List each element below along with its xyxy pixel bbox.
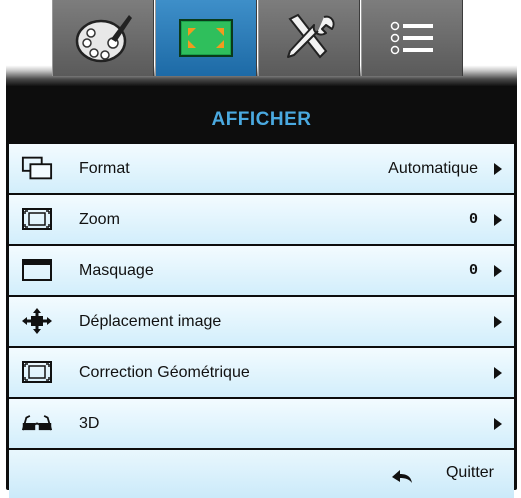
menu-item-image-shift[interactable]: Déplacement image xyxy=(9,297,514,346)
menu-item-format[interactable]: Format Automatique xyxy=(9,144,514,193)
geometric-correction-icon xyxy=(21,359,53,385)
menu-item-value: 0 xyxy=(468,211,478,228)
masking-icon xyxy=(21,257,53,283)
chevron-right-icon xyxy=(494,163,502,175)
chevron-right-icon xyxy=(494,214,502,226)
menu-list: Format Automatique Zoom 0 Masquage 0 Dép… xyxy=(9,144,514,498)
tab-settings[interactable] xyxy=(258,0,360,76)
tab-display[interactable] xyxy=(155,0,257,76)
list-icon xyxy=(390,21,433,55)
back-arrow-icon[interactable] xyxy=(390,468,414,491)
menu-item-masking[interactable]: Masquage 0 xyxy=(9,246,514,295)
menu-item-label: Déplacement image xyxy=(79,312,222,330)
3d-glasses-icon xyxy=(21,410,53,436)
chevron-right-icon xyxy=(494,265,502,277)
chevron-right-icon xyxy=(494,367,502,379)
menu-item-3d[interactable]: 3D xyxy=(9,399,514,448)
menu-item-label: Format xyxy=(79,159,130,177)
menu-item-value: Automatique xyxy=(388,159,478,177)
menu-item-zoom[interactable]: Zoom 0 xyxy=(9,195,514,244)
menu-item-label: Masquage xyxy=(79,261,154,279)
tab-options[interactable] xyxy=(361,0,463,76)
chevron-right-icon xyxy=(494,316,502,328)
menu-title: AFFICHER xyxy=(211,109,312,130)
menu-item-value: 0 xyxy=(468,262,478,279)
menu-item-geometric-correction[interactable]: Correction Géométrique xyxy=(9,348,514,397)
chevron-right-icon xyxy=(494,418,502,430)
zoom-icon xyxy=(21,206,53,232)
menu-item-label: Correction Géométrique xyxy=(79,363,250,381)
menu-footer: Quitter xyxy=(9,450,514,498)
exit-button[interactable]: Quitter xyxy=(446,464,494,482)
tab-palette[interactable] xyxy=(52,0,154,76)
move-icon xyxy=(21,308,53,334)
format-icon xyxy=(21,155,53,181)
menu-item-label: Zoom xyxy=(79,210,120,228)
palette-icon xyxy=(75,15,132,63)
menu-item-label: 3D xyxy=(79,414,100,432)
tools-icon xyxy=(287,13,335,59)
display-icon xyxy=(179,19,233,57)
